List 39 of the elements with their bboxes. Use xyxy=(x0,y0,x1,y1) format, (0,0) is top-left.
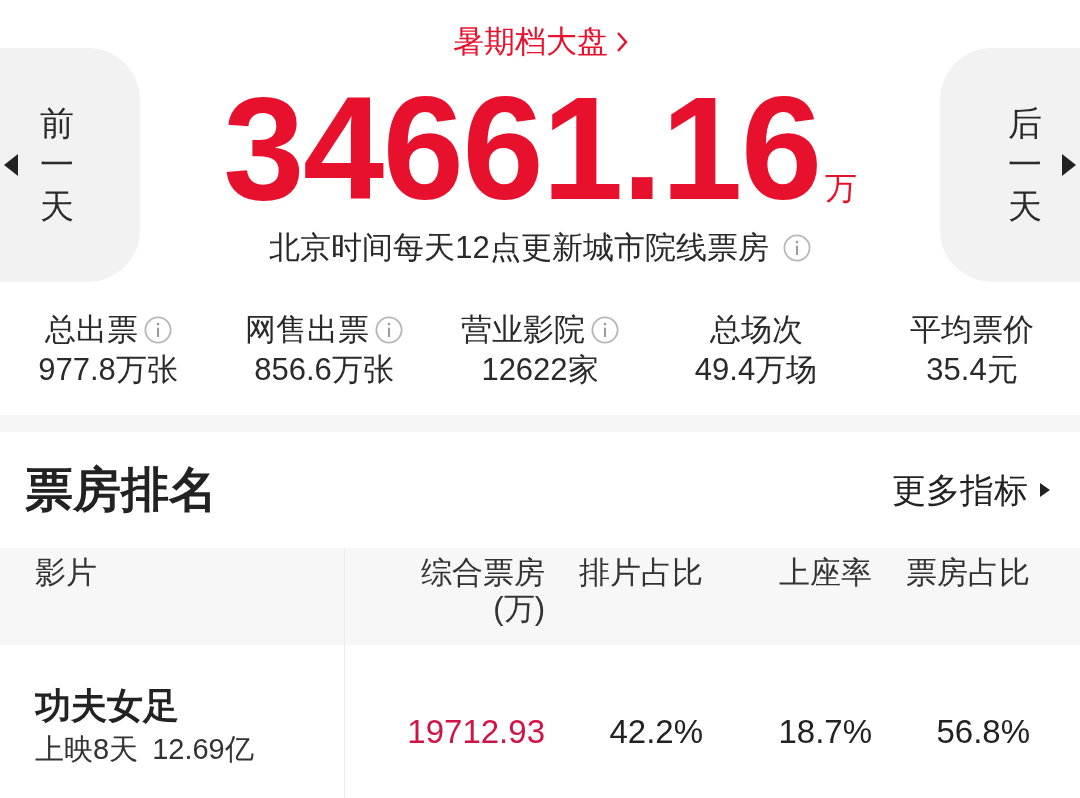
stat-label: 总出票 xyxy=(44,311,138,349)
stat-value: 49.4万场 xyxy=(694,351,818,389)
next-day-button[interactable]: 后一天 xyxy=(940,48,1080,282)
triangle-right-icon xyxy=(1040,483,1050,497)
info-icon[interactable] xyxy=(375,316,403,344)
stat-label: 营业影院 xyxy=(461,311,585,349)
stat-value: 856.6万张 xyxy=(254,351,394,389)
column-header: 影片 xyxy=(35,555,97,591)
caret-icon xyxy=(4,154,18,176)
stat-value: 12622家 xyxy=(481,351,599,389)
column-unit: (万) xyxy=(493,591,545,627)
more-metrics-link[interactable]: 更多指标 xyxy=(892,468,1050,512)
table-cell: 42.2% xyxy=(609,711,703,752)
caret-icon xyxy=(1062,154,1076,176)
info-icon[interactable] xyxy=(782,234,811,262)
total-box-office-value: 34661.16 xyxy=(223,76,821,222)
unit-label: 万 xyxy=(824,172,857,204)
column-header: 综合票房 xyxy=(421,555,545,591)
stat-value: 35.4元 xyxy=(926,351,1018,389)
stat-label: 网售出票 xyxy=(245,311,369,349)
movie-title: 功夫女足 xyxy=(35,683,179,728)
previous-day-button[interactable]: 前一天 xyxy=(0,48,140,282)
stat-value: 977.8万张 xyxy=(38,351,178,389)
table-cell: 56.8% xyxy=(936,711,1030,752)
table-cell: 19712.93 xyxy=(407,711,545,752)
stat-label: 平均票价 xyxy=(910,311,1034,349)
section-title: 票房排名 xyxy=(25,466,217,514)
update-note: 北京时间每天12点更新城市院线票房 xyxy=(269,229,769,267)
table-cell: 18.7% xyxy=(778,711,872,752)
column-header: 排片占比 xyxy=(579,555,703,591)
info-icon[interactable] xyxy=(591,316,619,344)
info-icon[interactable] xyxy=(143,316,172,344)
summer-box-office-link[interactable]: 暑期档大盘 xyxy=(452,22,628,62)
chevron-right-icon xyxy=(615,31,628,53)
release-days: 上映8天 xyxy=(35,728,139,769)
stat-label: 总场次 xyxy=(709,311,803,349)
cumulative-box-office: 12.69亿 xyxy=(152,731,254,767)
column-header: 上座率 xyxy=(779,555,872,591)
column-header: 票房占比 xyxy=(906,555,1030,591)
